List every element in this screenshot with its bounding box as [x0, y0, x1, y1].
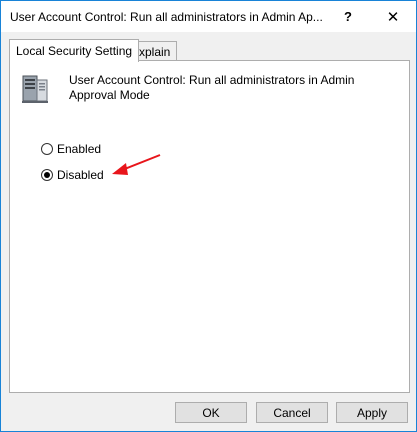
dialog-title: User Account Control: Run all administra… [10, 10, 323, 24]
disabled-option[interactable]: Disabled [41, 168, 104, 182]
enabled-radio[interactable] [41, 143, 53, 155]
help-button[interactable]: ? [325, 1, 371, 32]
enabled-label: Enabled [57, 142, 102, 156]
red-arrow-annotation [112, 154, 161, 175]
server-computer-icon [22, 75, 48, 103]
enabled-option[interactable]: Enabled [41, 142, 101, 156]
cancel-button[interactable]: Cancel [256, 402, 328, 423]
policy-properties-dialog: User Account Control: Run all administra… [0, 0, 417, 432]
tab-panel: User Account Control: Run all administra… [9, 60, 410, 393]
policy-title: User Account Control: Run all administra… [69, 73, 355, 102]
disabled-radio[interactable] [41, 169, 53, 181]
tab-local-security-setting[interactable]: Local Security Setting [9, 39, 140, 62]
close-button[interactable]: ✕ [370, 1, 416, 32]
ok-button[interactable]: OK [175, 402, 247, 423]
title-bar[interactable]: User Account Control: Run all administra… [1, 1, 416, 32]
disabled-label: Disabled [57, 168, 104, 182]
apply-button[interactable]: Apply [336, 402, 408, 423]
